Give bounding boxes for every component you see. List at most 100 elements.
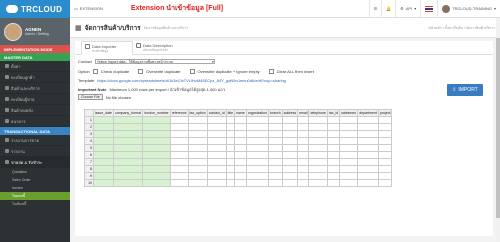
column-header[interactable]: tax_option bbox=[187, 109, 208, 117]
grid-cell[interactable] bbox=[339, 158, 359, 166]
grid-cell[interactable] bbox=[93, 144, 114, 152]
grid-cell[interactable] bbox=[206, 123, 227, 131]
grid-cell[interactable] bbox=[281, 165, 299, 173]
grid-cell[interactable] bbox=[245, 144, 269, 152]
sidebar-subitem-2[interactable]: Invoice bbox=[0, 184, 70, 192]
grid-cell[interactable] bbox=[377, 123, 393, 131]
grid-cell[interactable] bbox=[297, 123, 310, 131]
grid-cell[interactable] bbox=[93, 137, 114, 145]
grid-cell[interactable] bbox=[142, 137, 171, 145]
menu-button[interactable]: ☰ bbox=[370, 0, 382, 18]
grid-cell[interactable] bbox=[245, 165, 269, 173]
grid-cell[interactable] bbox=[93, 179, 114, 187]
grid-cell[interactable] bbox=[206, 144, 227, 152]
column-header[interactable]: name bbox=[234, 109, 247, 117]
grid-cell[interactable] bbox=[297, 151, 310, 159]
grid-cell[interactable] bbox=[326, 165, 341, 173]
grid-cell[interactable] bbox=[245, 158, 269, 166]
grid-cell[interactable] bbox=[245, 172, 269, 180]
grid-cell[interactable] bbox=[93, 172, 114, 180]
template-link[interactable]: https://docs.google.com/spreadsheets/d/1… bbox=[97, 78, 286, 83]
grid-cell[interactable] bbox=[267, 158, 283, 166]
sidebar-subitem-0[interactable]: Quotation bbox=[0, 168, 70, 176]
grid-cell[interactable] bbox=[281, 158, 299, 166]
sidebar-item-master-5[interactable]: ธนาคาร bbox=[0, 116, 70, 127]
grid-cell[interactable] bbox=[281, 116, 299, 124]
grid-cell[interactable] bbox=[169, 151, 189, 159]
grid-cell[interactable] bbox=[357, 137, 379, 145]
grid-cell[interactable] bbox=[93, 130, 114, 138]
grid-cell[interactable] bbox=[187, 137, 208, 145]
column-header[interactable]: salesmen bbox=[339, 109, 359, 117]
grid-cell[interactable] bbox=[267, 123, 283, 131]
grid-cell[interactable] bbox=[308, 165, 328, 173]
grid-cell[interactable] bbox=[308, 116, 328, 124]
grid-cell[interactable] bbox=[267, 172, 283, 180]
grid-cell[interactable] bbox=[112, 172, 144, 180]
column-header[interactable]: project bbox=[377, 109, 393, 117]
grid-cell[interactable] bbox=[326, 179, 341, 187]
grid-cell[interactable] bbox=[225, 165, 236, 173]
grid-cell[interactable] bbox=[308, 151, 328, 159]
grid-cell[interactable] bbox=[142, 158, 171, 166]
grid-cell[interactable] bbox=[308, 144, 328, 152]
grid-cell[interactable] bbox=[267, 165, 283, 173]
user-profile[interactable]: AGNEN Admin / Setting bbox=[0, 18, 70, 45]
grid-cell[interactable] bbox=[187, 158, 208, 166]
implementation-mode-header[interactable]: IMPLEMENTATION MODE bbox=[0, 45, 70, 53]
grid-cell[interactable] bbox=[281, 172, 299, 180]
grid-cell[interactable] bbox=[308, 130, 328, 138]
grid-cell[interactable] bbox=[234, 158, 247, 166]
grid-cell[interactable] bbox=[297, 137, 310, 145]
overwrite-duplicate-checkbox[interactable] bbox=[138, 69, 144, 74]
grid-cell[interactable] bbox=[206, 165, 227, 173]
sidebar-subitem-1[interactable]: Sales Order bbox=[0, 176, 70, 184]
grid-cell[interactable] bbox=[326, 116, 341, 124]
grid-cell[interactable] bbox=[225, 151, 236, 159]
grid-cell[interactable] bbox=[326, 172, 341, 180]
grid-cell[interactable] bbox=[357, 130, 379, 138]
grid-cell[interactable] bbox=[187, 172, 208, 180]
grid-cell[interactable] bbox=[326, 130, 341, 138]
grid-cell[interactable] bbox=[112, 151, 144, 159]
breadcrumb[interactable]: หน้าหลัก / ตั้งค่าเริ่มต้น / จัดการสินค้… bbox=[428, 25, 495, 31]
grid-cell[interactable] bbox=[112, 165, 144, 173]
sidebar-item-master-2[interactable]: สินค้าและบริการ bbox=[0, 83, 70, 94]
grid-cell[interactable] bbox=[297, 130, 310, 138]
grid-cell[interactable] bbox=[169, 137, 189, 145]
grid-cell[interactable] bbox=[339, 172, 359, 180]
sidebar-item-master-0[interactable]: ตั้งค่า bbox=[0, 61, 70, 72]
grid-cell[interactable] bbox=[297, 144, 310, 152]
sidebar-item-trans-1[interactable]: รายงาน bbox=[0, 146, 70, 157]
grid-cell[interactable] bbox=[93, 151, 114, 159]
grid-cell[interactable] bbox=[206, 179, 227, 187]
grid-cell[interactable] bbox=[357, 179, 379, 187]
extension-button[interactable]: ▭ EXTENSION bbox=[70, 0, 107, 18]
grid-cell[interactable] bbox=[225, 144, 236, 152]
grid-cell[interactable] bbox=[142, 123, 171, 131]
grid-cell[interactable] bbox=[187, 151, 208, 159]
grid-cell[interactable] bbox=[267, 144, 283, 152]
grid-cell[interactable] bbox=[339, 116, 359, 124]
grid-cell[interactable] bbox=[225, 179, 236, 187]
grid-cell[interactable] bbox=[377, 165, 393, 173]
grid-cell[interactable] bbox=[225, 116, 236, 124]
grid-cell[interactable] bbox=[308, 137, 328, 145]
grid-cell[interactable] bbox=[225, 123, 236, 131]
grid-cell[interactable] bbox=[112, 144, 144, 152]
grid-cell[interactable] bbox=[169, 165, 189, 173]
grid-cell[interactable] bbox=[187, 116, 208, 124]
grid-cell[interactable] bbox=[245, 151, 269, 159]
grid-cell[interactable] bbox=[187, 144, 208, 152]
grid-cell[interactable] bbox=[377, 137, 393, 145]
column-header[interactable]: issue_date bbox=[93, 109, 114, 117]
grid-cell[interactable] bbox=[281, 137, 299, 145]
grid-cell[interactable] bbox=[357, 165, 379, 173]
import-spreadsheet[interactable]: issue_date company_format invoice_number re… bbox=[84, 109, 393, 187]
sidebar-item-master-3[interactable]: ทะเบียนผู้ขาย bbox=[0, 94, 70, 105]
grid-cell[interactable] bbox=[308, 158, 328, 166]
grid-cell[interactable] bbox=[206, 151, 227, 159]
column-header[interactable]: address bbox=[281, 109, 299, 117]
grid-cell[interactable] bbox=[142, 179, 171, 187]
grid-cell[interactable] bbox=[187, 130, 208, 138]
